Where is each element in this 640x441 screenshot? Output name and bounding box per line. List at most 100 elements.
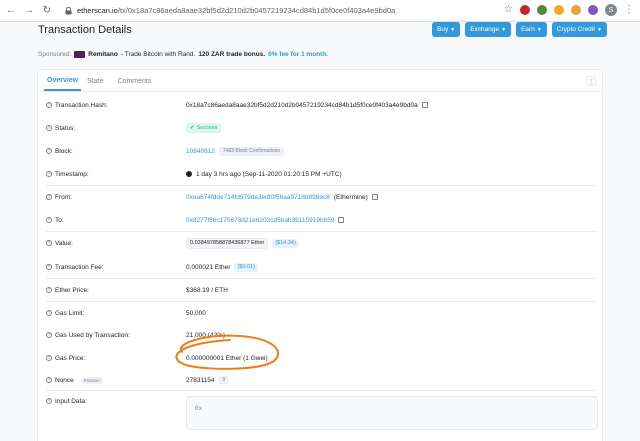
- status-text: Success: [196, 125, 218, 131]
- menu-icon[interactable]: ⋮: [624, 5, 634, 15]
- tx-hash-value-wrap: 0x18a7c86aeda8aae32bf5d2d210d2b045721923…: [186, 102, 428, 109]
- extension-area: ☆ S ⋮: [504, 4, 634, 16]
- from-row: ? From: 0xea674fdde714fd979de3edf0f56aa97…: [46, 190, 596, 204]
- gas-price-row: ? Gas Price: 0.000000001 Ether (1 Gwei): [46, 351, 596, 365]
- from-value-wrap: 0xea674fdde714fd979de3edf0f56aa9716b898e…: [186, 194, 378, 201]
- help-icon[interactable]: ?: [46, 148, 52, 154]
- block-label-wrap: ? Block:: [46, 148, 73, 155]
- ether-price-label-wrap: ? Ether Price:: [46, 287, 89, 294]
- sponsor-logo[interactable]: [74, 51, 86, 58]
- url-host: etherscan.io: [77, 6, 118, 15]
- copy-icon[interactable]: [371, 194, 378, 200]
- to-row: ? To: 0x8277f66c175673d21e6202cd5bab39115…: [46, 213, 596, 227]
- earn-button[interactable]: Earn ▼: [516, 22, 547, 37]
- timestamp-row: ? Timestamp: 1 day 3 hrs ago (Sep-11-2020…: [46, 167, 596, 181]
- divider: [46, 185, 596, 186]
- tab-state[interactable]: State: [87, 78, 111, 91]
- ether-price-row: ? Ether Price: $368.19 / ETH: [46, 283, 596, 297]
- extension-icon[interactable]: [537, 5, 547, 15]
- tab-overview[interactable]: Overview: [44, 77, 82, 91]
- block-label: Block:: [55, 147, 73, 155]
- buy-label: Buy: [437, 26, 449, 33]
- page-title: Transaction Details: [38, 24, 132, 36]
- clock-icon: [186, 171, 192, 177]
- gas-used-label-wrap: ? Gas Used by Transaction:: [46, 332, 130, 339]
- chevron-down-icon: ▼: [450, 26, 456, 33]
- gas-limit-label: Gas Limit:: [55, 309, 85, 317]
- back-icon[interactable]: ←: [4, 4, 18, 18]
- from-name: (Ethermine): [333, 193, 368, 201]
- divider: [46, 278, 596, 279]
- gas-price-value: 0.000000001 Ether (1 Gwei): [186, 354, 268, 362]
- nonce-value-wrap: 27831154 0: [186, 376, 230, 384]
- sponsored-label: Sponsored:: [38, 51, 72, 58]
- sponsor-bonus: 120 ZAR trade bonus.: [198, 51, 266, 58]
- sponsor-name[interactable]: Remitano: [88, 51, 118, 58]
- help-icon[interactable]: ?: [46, 377, 52, 383]
- help-icon[interactable]: ?: [46, 355, 52, 361]
- nonce-label: Nonce: [55, 376, 74, 384]
- buy-button[interactable]: Buy ▼: [432, 22, 461, 37]
- sponsor-text: - Trade Bitcoin with Rand.: [120, 51, 196, 58]
- help-icon[interactable]: ?: [46, 287, 52, 293]
- browser-toolbar: ← → ↻ etherscan.io/tx/0x18a7c86aeda8aae3…: [0, 0, 640, 22]
- help-icon[interactable]: ?: [46, 194, 52, 200]
- forward-icon[interactable]: →: [22, 4, 36, 18]
- input-data-field[interactable]: 0x: [186, 396, 598, 430]
- divider: [46, 301, 596, 302]
- help-icon[interactable]: ?: [46, 332, 52, 338]
- gas-price-label-wrap: ? Gas Price:: [46, 355, 85, 362]
- star-icon[interactable]: ☆: [504, 5, 513, 15]
- nonce-row: ? Nonce Position 27831154 0: [46, 373, 596, 387]
- value-value-wrap: 0.038497858878436877 Ether ($14.34): [186, 237, 299, 249]
- help-icon[interactable]: ?: [46, 125, 52, 131]
- address-bar[interactable]: etherscan.io/tx/0x18a7c86aeda8aae32bf5d2…: [77, 6, 395, 15]
- block-link[interactable]: 10840812: [186, 148, 215, 155]
- help-icon[interactable]: ?: [46, 310, 52, 316]
- copy-icon[interactable]: [338, 217, 345, 223]
- earn-label: Earn: [521, 26, 535, 33]
- sponsor-link[interactable]: 0% fee for 1 month.: [268, 51, 328, 58]
- to-value-wrap: 0x8277f66c175673d21e6202cd5bab39115919bb…: [186, 217, 345, 224]
- help-icon[interactable]: ?: [46, 240, 52, 246]
- gas-limit-value: 50,000: [186, 309, 206, 317]
- value-label-wrap: ? Value:: [46, 240, 73, 247]
- extension-icon[interactable]: [520, 5, 530, 15]
- ether-price-label: Ether Price:: [55, 286, 89, 294]
- help-icon[interactable]: ?: [46, 171, 52, 177]
- fee-usd: ($0.01): [234, 262, 258, 272]
- to-label: To:: [55, 216, 64, 224]
- help-icon[interactable]: ?: [46, 217, 52, 223]
- ether-price-value: $368.19 / ETH: [186, 286, 228, 294]
- copy-icon[interactable]: [421, 102, 428, 108]
- nonce-index-badge: 0: [218, 376, 230, 384]
- reload-icon[interactable]: ↻: [40, 4, 54, 18]
- crypto-credit-button[interactable]: Crypto Credit ▼: [551, 22, 607, 37]
- value-usd: ($14.34): [272, 238, 299, 248]
- tx-hash-label-wrap: ? Transaction Hash:: [46, 102, 108, 109]
- sponsored-banner: Sponsored: Remitano - Trade Bitcoin with…: [38, 51, 328, 58]
- extension-icon[interactable]: [554, 5, 564, 15]
- gas-limit-row: ? Gas Limit: 50,000: [46, 306, 596, 320]
- to-address-link[interactable]: 0x8277f66c175673d21e6202cd5bab39115919bb…: [186, 217, 334, 224]
- fee-label: Transaction Fee:: [55, 263, 104, 271]
- more-options-icon[interactable]: ⋮: [586, 76, 596, 86]
- chevron-down-icon: ▼: [501, 26, 507, 33]
- gas-limit-value-wrap: 50,000: [186, 310, 206, 317]
- gas-used-row: ? Gas Used by Transaction: 21,000 (42%): [46, 328, 596, 342]
- tx-hash-label: Transaction Hash:: [55, 101, 108, 109]
- profile-avatar[interactable]: S: [605, 4, 617, 16]
- from-address-link[interactable]: 0xea674fdde714fd979de3edf0f56aa9716b898e…: [186, 194, 330, 201]
- help-icon[interactable]: ?: [46, 398, 52, 404]
- status-value-wrap: ✔ Success: [186, 123, 222, 133]
- help-icon[interactable]: ?: [46, 264, 52, 270]
- exchange-button[interactable]: Exchange ▼: [465, 22, 512, 37]
- tab-comments[interactable]: Comments: [118, 78, 160, 91]
- input-data-value: 0x: [195, 405, 203, 412]
- extension-icon[interactable]: [571, 5, 581, 15]
- help-icon[interactable]: ?: [46, 102, 52, 108]
- extension-icon[interactable]: [588, 5, 598, 15]
- chevron-down-icon: ▼: [597, 26, 602, 33]
- lock-icon[interactable]: [64, 6, 73, 15]
- top-button-group: Buy ▼ Exchange ▼ Earn ▼ Crypto Credit ▼: [432, 22, 607, 37]
